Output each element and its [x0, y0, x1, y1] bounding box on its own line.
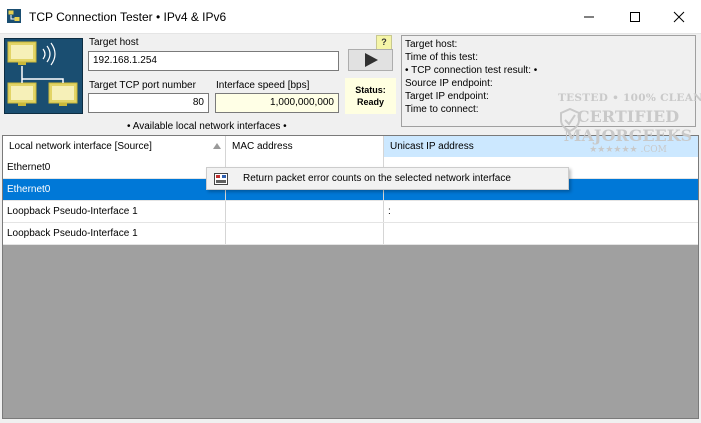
- network-logo: [4, 38, 83, 114]
- close-button[interactable]: [656, 0, 701, 33]
- title-bar: TCP Connection Tester • IPv4 & IPv6: [0, 0, 701, 34]
- minimize-icon: [584, 16, 594, 17]
- context-menu: Return packet error counts on the select…: [206, 167, 569, 190]
- column-header-mac-label: MAC address: [232, 141, 293, 152]
- status-box: Status: Ready: [345, 78, 396, 114]
- help-button[interactable]: ?: [376, 35, 392, 50]
- cell-interface: Loopback Pseudo-Interface 1: [3, 223, 226, 244]
- network-app-icon: [7, 9, 21, 23]
- run-test-button[interactable]: [348, 49, 393, 71]
- cell-mac: [226, 223, 384, 244]
- port-input[interactable]: 80: [88, 93, 209, 113]
- column-header-ip[interactable]: Unicast IP address: [384, 136, 698, 157]
- minimize-button[interactable]: [566, 0, 612, 33]
- cell-ip: [384, 223, 698, 244]
- play-icon: [364, 53, 378, 67]
- result-source-ip: Source IP endpoint:: [405, 78, 493, 89]
- target-host-input[interactable]: 192.168.1.254: [88, 51, 339, 71]
- maximize-icon: [630, 11, 640, 22]
- table-row[interactable]: Loopback Pseudo-Interface 1: [3, 223, 698, 245]
- cell-interface: Loopback Pseudo-Interface 1: [3, 201, 226, 222]
- cell-interface: Ethernet0: [3, 157, 226, 178]
- result-time-to-connect: Time to connect:: [405, 104, 479, 115]
- interfaces-caption: • Available local network interfaces •: [127, 121, 287, 132]
- result-time-of-test: Time of this test:: [405, 52, 478, 63]
- column-header-mac[interactable]: MAC address: [226, 136, 384, 157]
- column-header-ip-label: Unicast IP address: [390, 141, 474, 152]
- network-diagram-icon: [5, 39, 82, 113]
- speed-field: 1,000,000,000: [215, 93, 339, 113]
- grid-header: Local network interface [Source] MAC add…: [3, 136, 698, 158]
- result-target-host: Target host:: [405, 39, 458, 50]
- packet-error-icon: [214, 173, 228, 185]
- table-row[interactable]: Loopback Pseudo-Interface 1 :: [3, 201, 698, 223]
- cell-ip: :: [388, 206, 391, 217]
- sort-ascending-icon: [213, 143, 221, 149]
- status-label: Status:: [355, 85, 386, 95]
- window-title: TCP Connection Tester • IPv4 & IPv6: [29, 10, 227, 24]
- result-target-ip: Target IP endpoint:: [405, 91, 489, 102]
- status-value: Ready: [356, 97, 384, 107]
- port-label: Target TCP port number: [89, 80, 196, 91]
- cell-interface: Ethernet0: [3, 179, 226, 200]
- result-tcp-heading: • TCP connection test result: •: [405, 65, 538, 76]
- target-host-label: Target host: [89, 37, 139, 48]
- maximize-button[interactable]: [612, 0, 658, 33]
- column-header-interface-label: Local network interface [Source]: [9, 141, 152, 152]
- context-menu-label: Return packet error counts on the select…: [243, 173, 511, 184]
- close-icon: [673, 11, 685, 22]
- column-header-interface[interactable]: Local network interface [Source]: [3, 136, 226, 157]
- test-results-panel: Target host: Time of this test: • TCP co…: [401, 35, 696, 127]
- context-menu-item-packet-errors[interactable]: Return packet error counts on the select…: [207, 168, 568, 189]
- cell-mac: [226, 201, 384, 222]
- speed-label: Interface speed [bps]: [216, 80, 310, 91]
